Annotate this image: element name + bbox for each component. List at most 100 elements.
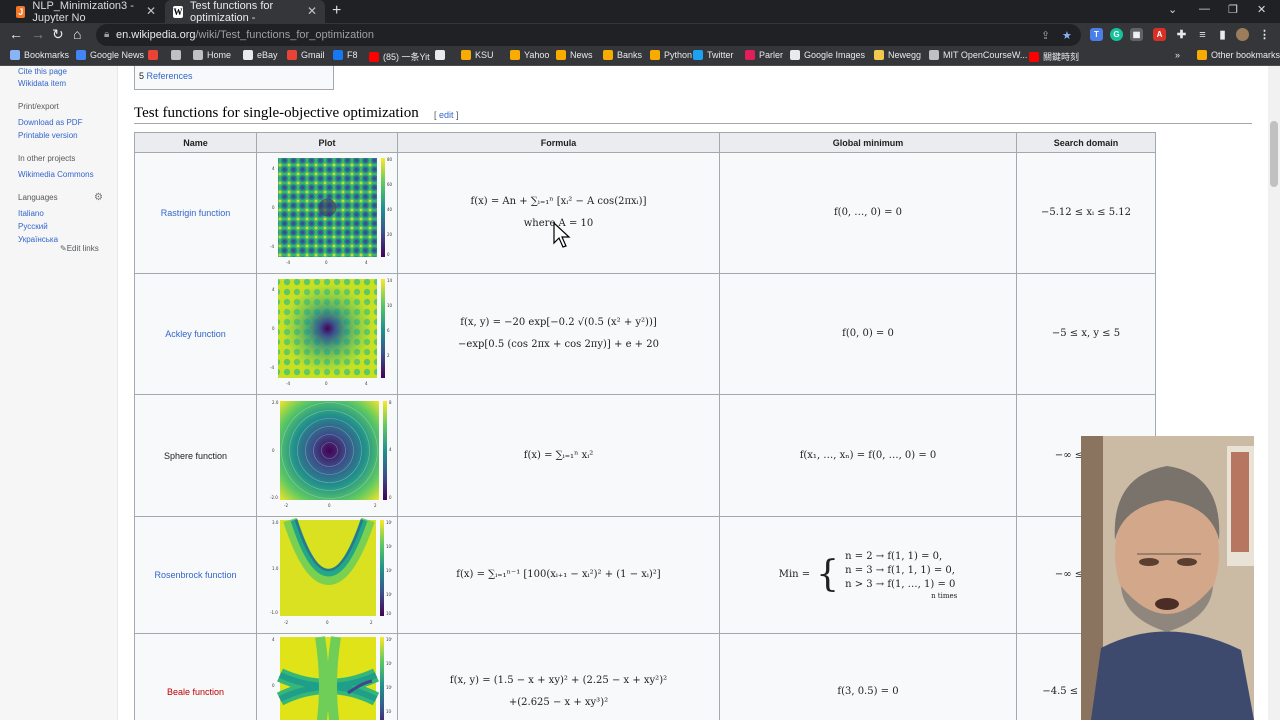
translate-extension-icon[interactable]: T: [1090, 28, 1103, 41]
extension-icon[interactable]: ▦: [1130, 28, 1143, 41]
bookmark-item[interactable]: KSU: [461, 50, 494, 60]
svg-text:8: 8: [389, 400, 392, 405]
function-link[interactable]: Rosenbrock function: [154, 570, 236, 580]
sidebar-language-italiano[interactable]: Italiano: [18, 209, 44, 218]
bookmark-label: Yahoo: [524, 50, 550, 60]
new-tab-icon[interactable]: +: [332, 2, 341, 20]
bookmark-icon: [243, 50, 253, 60]
bookmark-item[interactable]: Bookmarks: [10, 50, 69, 60]
minimum-case: n = 2 → f(1, 1) = 0,: [845, 550, 943, 562]
function-link[interactable]: Ackley function: [165, 329, 226, 339]
forward-icon[interactable]: →: [31, 26, 45, 42]
section-edit-link[interactable]: [ edit ]: [434, 110, 459, 120]
svg-text:0: 0: [272, 448, 275, 453]
bookmark-item[interactable]: [435, 50, 449, 60]
sidebar-link-commons[interactable]: Wikimedia Commons: [18, 170, 94, 179]
menu-icon[interactable]: ⋮: [1258, 28, 1271, 41]
url-text[interactable]: en.wikipedia.org/wiki/Test_functions_for…: [116, 29, 374, 41]
bookmark-item[interactable]: Newegg: [874, 50, 921, 60]
bookmark-item[interactable]: Home: [193, 50, 231, 60]
sphere-plot-image[interactable]: 8 4 0 2.0 0 -2.0 -2 0 2: [262, 399, 392, 511]
plot-cell: 80 60 40 20 0 4 0 -4 -4 0 4: [256, 152, 398, 274]
rosenbrock-plot-image[interactable]: 10³ 10² 10¹ 10⁰ 10⁻¹ 3.0 1.0 -1.0 -2 0 2: [262, 517, 395, 630]
bookmark-label: Google News: [90, 50, 145, 60]
reading-list-icon[interactable]: ≡: [1196, 28, 1209, 41]
pdf-extension-icon[interactable]: A: [1153, 28, 1166, 41]
bookmark-item[interactable]: (85) 一条Yit: [369, 50, 430, 63]
sidebar-link-wikidata[interactable]: Wikidata item: [18, 79, 66, 88]
browser-toolbar: ← → ↻ ⌂ 🔒︎ en.wikipedia.org/wiki/Test_fu…: [0, 23, 1280, 47]
bookmark-item[interactable]: Yahoo: [510, 50, 549, 60]
address-bar[interactable]: 🔒︎ en.wikipedia.org/wiki/Test_functions_…: [96, 24, 1081, 46]
bookmark-item[interactable]: MIT OpenCourseW...: [929, 50, 1027, 60]
sidebar-language-russian[interactable]: Русский: [18, 222, 48, 231]
svg-text:10⁰: 10⁰: [386, 592, 392, 597]
bookmark-item[interactable]: Gmail: [287, 50, 325, 60]
function-link[interactable]: Rastrigin function: [161, 208, 231, 218]
home-icon[interactable]: ⌂: [73, 26, 81, 42]
gear-icon[interactable]: ⚙: [94, 192, 103, 203]
svg-text:10¹: 10¹: [386, 568, 392, 573]
scrollbar-thumb[interactable]: [1270, 121, 1278, 187]
tab-jupyter[interactable]: J NLP_Minimization3 - Jupyter No ✕: [8, 0, 164, 24]
bookmark-item[interactable]: News: [556, 50, 593, 60]
toc-item-references[interactable]: 5 References: [139, 71, 193, 81]
other-bookmarks[interactable]: Other bookmarks: [1197, 50, 1280, 60]
bookmark-item[interactable]: [148, 50, 162, 60]
svg-text:10³: 10³: [386, 520, 392, 525]
bookmark-item[interactable]: Banks: [603, 50, 642, 60]
sidebar-link-printable[interactable]: Printable version: [18, 131, 78, 140]
reload-icon[interactable]: ↻: [52, 26, 64, 43]
sidebar-link-cite[interactable]: Cite this page: [18, 67, 67, 76]
back-icon[interactable]: ←: [9, 26, 23, 42]
lock-icon[interactable]: 🔒︎: [104, 29, 109, 40]
bookmark-item[interactable]: Python: [650, 50, 692, 60]
svg-text:4: 4: [272, 166, 275, 171]
toc-label: References: [146, 71, 193, 81]
ackley-plot-image[interactable]: 14 10 6 2 4 0 -4 -4 0 4: [262, 277, 393, 389]
bookmark-icon: [510, 50, 520, 60]
heading-divider: [134, 123, 1252, 124]
global-minimum: f(3, 0.5) = 0: [837, 685, 899, 697]
tab-search-icon[interactable]: ⌄: [1168, 3, 1177, 16]
svg-text:4: 4: [365, 381, 368, 386]
star-icon[interactable]: ★: [1062, 29, 1072, 42]
close-icon[interactable]: ✕: [146, 4, 156, 18]
sidebar-link-pdf[interactable]: Download as PDF: [18, 118, 82, 127]
table-header-row: Name Plot Formula Global minimum Search …: [134, 132, 1156, 153]
grammarly-extension-icon[interactable]: G: [1110, 28, 1123, 41]
sidebar-language-ukrainian[interactable]: Українська: [18, 235, 58, 244]
bookmark-item[interactable]: eBay: [243, 50, 278, 60]
minimize-icon[interactable]: —: [1199, 3, 1210, 15]
side-panel-icon[interactable]: ▮: [1216, 28, 1229, 41]
edit-links[interactable]: ✎Edit links: [60, 244, 99, 253]
jupyter-icon: J: [16, 5, 26, 18]
sidebar-heading-projects: In other projects: [18, 154, 76, 163]
function-link[interactable]: Beale function: [167, 687, 224, 697]
table-of-contents: 5 References: [134, 66, 334, 90]
bookmark-item[interactable]: 關鍵時刻: [1029, 50, 1079, 63]
profile-avatar[interactable]: [1236, 28, 1249, 41]
rastrigin-plot-image[interactable]: 80604020040-4-4 0 4: [262, 156, 393, 268]
bookmark-item[interactable]: Google Images: [790, 50, 865, 60]
svg-text:10³: 10³: [386, 661, 392, 666]
puzzle-extensions-icon[interactable]: ✚: [1175, 28, 1188, 41]
beale-plot-image[interactable]: 10⁵10³10¹10⁻¹40-4: [262, 635, 395, 720]
close-icon[interactable]: ✕: [307, 4, 317, 18]
tab-wikipedia[interactable]: W Test functions for optimization - ✕: [165, 0, 325, 24]
bookmark-icon: [148, 50, 158, 60]
restore-icon[interactable]: ❐: [1228, 3, 1238, 16]
bookmark-item[interactable]: F8: [333, 50, 358, 60]
bookmark-item[interactable]: Parler: [745, 50, 783, 60]
bookmark-label: Banks: [617, 50, 643, 60]
window-close-icon[interactable]: ✕: [1257, 3, 1266, 16]
bookmark-item[interactable]: Twitter: [693, 50, 734, 60]
test-functions-table: Name Plot Formula Global minimum Search …: [134, 132, 1156, 720]
bookmark-item[interactable]: Google News: [76, 50, 144, 60]
svg-text:10¹: 10¹: [386, 685, 392, 690]
share-icon[interactable]: ⇪: [1041, 29, 1050, 42]
bookmark-label: 關鍵時刻: [1043, 52, 1080, 62]
bookmark-item[interactable]: [171, 50, 185, 60]
page-scrollbar[interactable]: [1268, 66, 1280, 720]
bookmarks-overflow-icon[interactable]: »: [1175, 50, 1180, 60]
